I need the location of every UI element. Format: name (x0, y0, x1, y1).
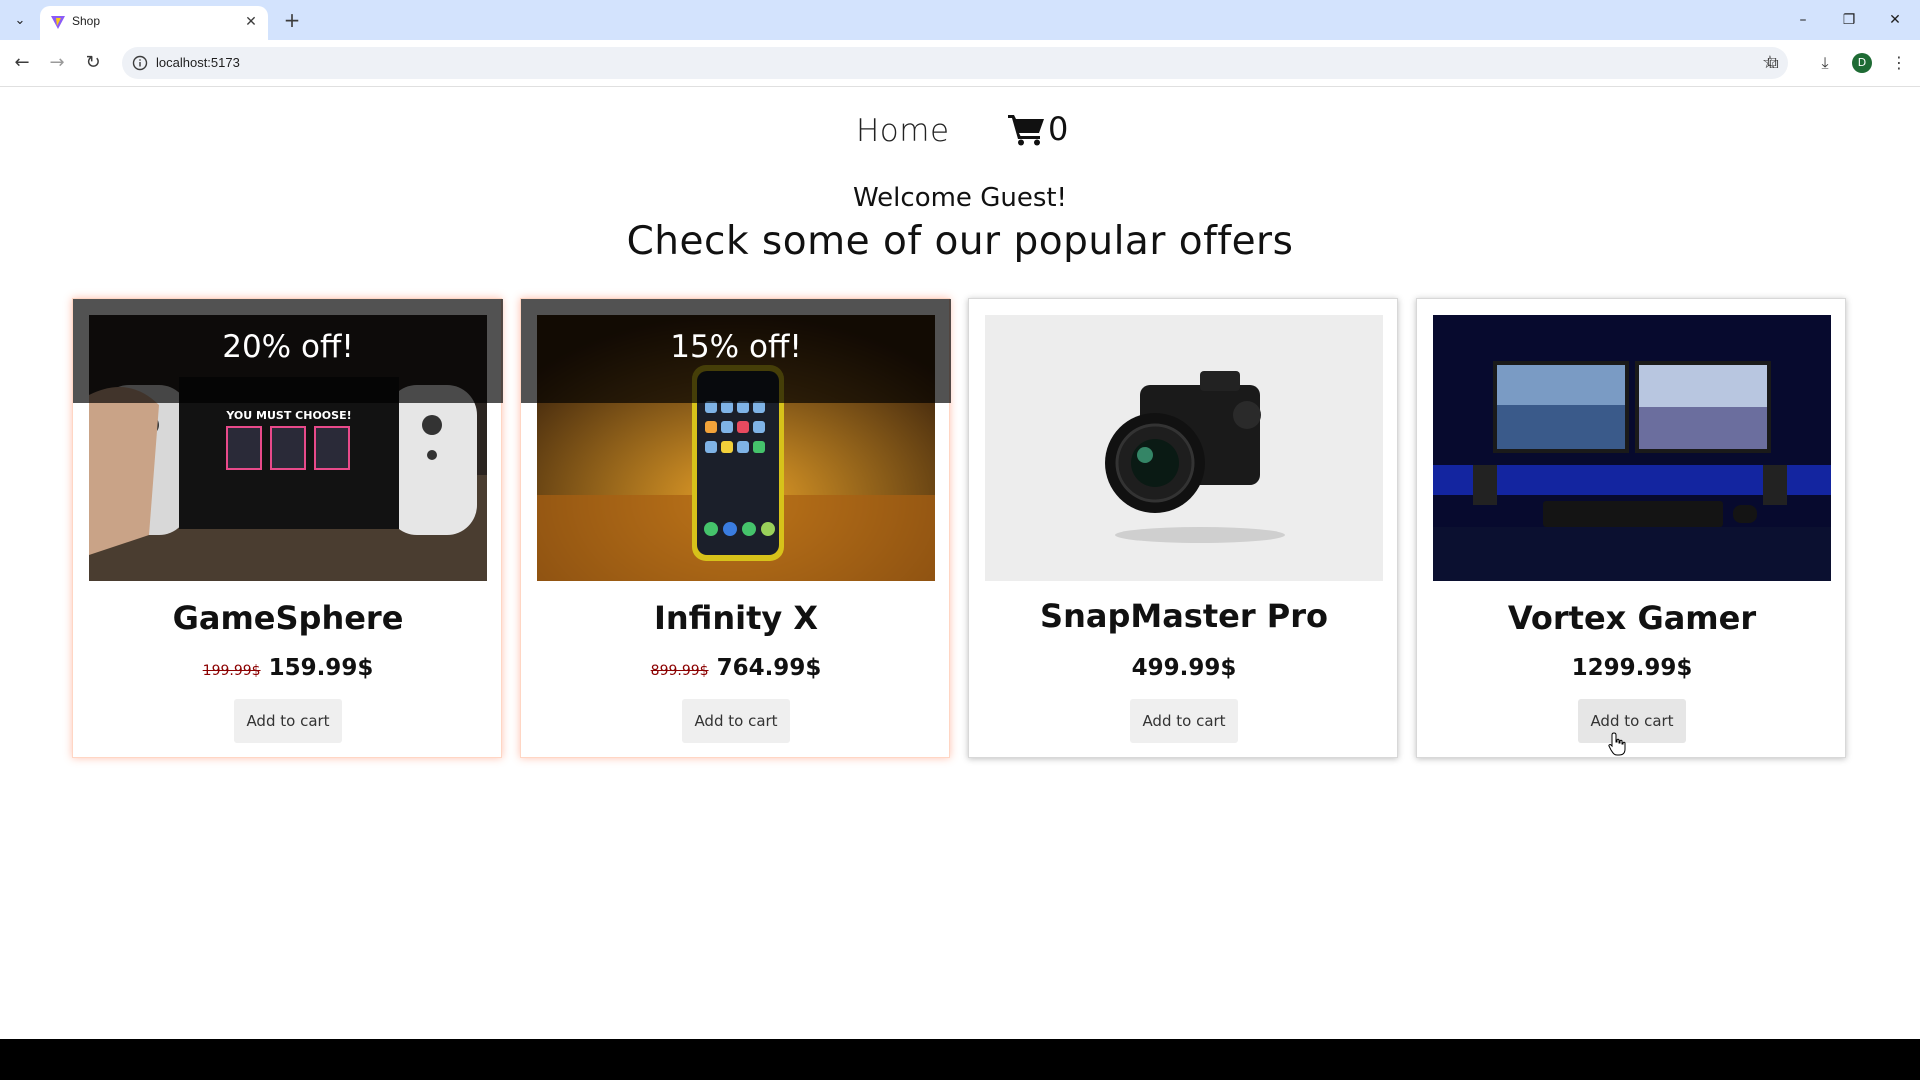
back-arrow-icon[interactable]: ← (9, 50, 35, 76)
extensions-puzzle-icon[interactable]: ⧉ (1760, 50, 1786, 76)
close-window-icon[interactable]: ✕ (1872, 8, 1918, 32)
price-row: 199.99$ 159.99$ (73, 655, 503, 681)
minimize-icon[interactable]: – (1780, 8, 1826, 32)
more-menu-icon[interactable]: ⋮ (1886, 50, 1912, 76)
product-card: SnapMaster Pro 499.99$ Add to cart (968, 298, 1398, 758)
profile-avatar[interactable]: D (1852, 53, 1872, 73)
tab-search-chevron-icon[interactable]: ⌄ (8, 8, 32, 32)
add-to-cart-button[interactable]: Add to cart (682, 699, 790, 743)
add-to-cart-button[interactable]: Add to cart (1130, 699, 1238, 743)
add-to-cart-button[interactable]: Add to cart (1578, 699, 1686, 743)
old-price: 199.99$ (202, 663, 261, 679)
add-to-cart-button[interactable]: Add to cart (234, 699, 342, 743)
discount-banner: 20% off! (73, 299, 503, 403)
browser-tab-strip: ⌄ Shop ✕ + – ❐ ✕ (0, 0, 1920, 40)
product-name: Infinity X (653, 599, 819, 637)
url-text: localhost:5173 (156, 55, 240, 70)
svg-text:YOU MUST CHOOSE!: YOU MUST CHOOSE! (225, 409, 351, 422)
old-price: 899.99$ (650, 663, 709, 679)
product-image-vortex-gamer (1433, 315, 1831, 581)
address-bar[interactable]: localhost:5173 ☆ (122, 47, 1788, 79)
forward-arrow-icon[interactable]: → (44, 50, 70, 76)
discount-label: 15% off! (670, 329, 802, 365)
page-headline: Check some of our popular offers (626, 219, 1294, 264)
price-row: 1299.99$ (1417, 655, 1847, 681)
browser-toolbar: ← → ↻ localhost:5173 ☆ ⧉ ⤓ ⋮ (0, 40, 1920, 87)
nav-cart-link[interactable]: 0 (1008, 107, 1068, 151)
current-price: 499.99$ (1131, 655, 1237, 681)
product-name: SnapMaster Pro (1040, 597, 1328, 635)
downloads-icon[interactable]: ⤓ (1812, 50, 1838, 76)
product-card: Vortex Gamer 1299.99$ Add to cart (1416, 298, 1846, 758)
current-price: 159.99$ (268, 655, 374, 681)
shopping-cart-icon (1008, 115, 1044, 146)
product-image-snapmaster-pro (985, 315, 1383, 581)
os-taskbar (0, 1039, 1920, 1080)
site-info-icon[interactable] (132, 55, 148, 71)
new-tab-plus-icon[interactable]: + (280, 10, 304, 34)
price-row: 899.99$ 764.99$ (521, 655, 951, 681)
shop-page: Home 0 Welcome Guest! Check some of our … (0, 87, 1920, 1039)
current-price: 1299.99$ (1571, 655, 1693, 681)
price-row: 499.99$ (969, 655, 1399, 681)
vite-favicon-icon (51, 16, 65, 29)
discount-banner: 15% off! (521, 299, 951, 403)
product-grid: YOU MUST CHOOSE! 20% off! GameSphere 199… (0, 298, 1920, 768)
browser-tab-shop[interactable]: Shop ✕ (40, 6, 268, 40)
hand-cursor-icon (1608, 732, 1626, 756)
product-card: 15% off! Infinity X 899.99$ 764.99$ Add … (520, 298, 951, 758)
reload-icon[interactable]: ↻ (80, 50, 106, 76)
cart-count: 0 (1048, 110, 1069, 148)
product-name: GameSphere (172, 599, 404, 637)
product-name: Vortex Gamer (1507, 599, 1757, 637)
welcome-message: Welcome Guest! (853, 183, 1067, 213)
current-price: 764.99$ (716, 655, 822, 681)
product-card: YOU MUST CHOOSE! 20% off! GameSphere 199… (72, 298, 503, 758)
tab-close-icon[interactable]: ✕ (242, 13, 260, 31)
site-navbar: Home 0 (0, 105, 1920, 155)
discount-label: 20% off! (222, 329, 354, 365)
tab-title: Shop (72, 14, 101, 28)
nav-home-link[interactable]: Home (856, 113, 950, 149)
restore-icon[interactable]: ❐ (1826, 8, 1872, 32)
